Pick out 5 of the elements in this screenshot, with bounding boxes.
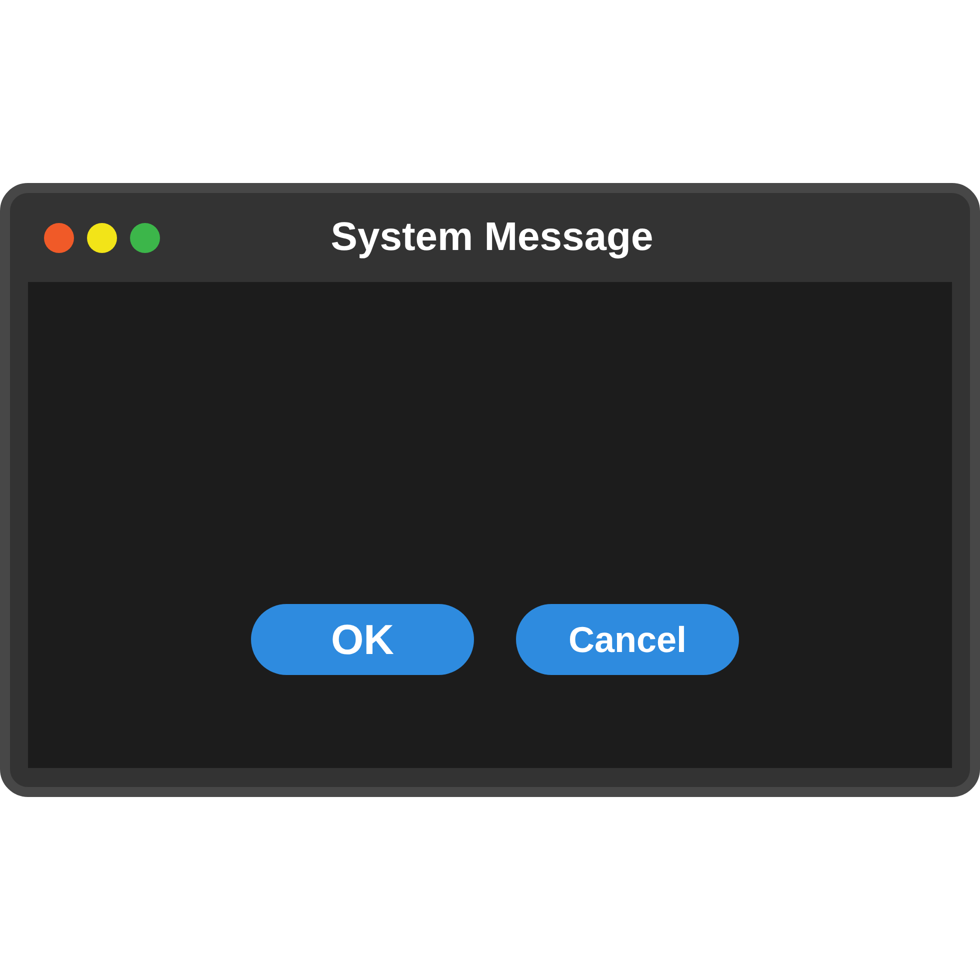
window-control-icon[interactable] (87, 222, 117, 252)
window-title: System Message (330, 215, 654, 260)
window-control-icon[interactable] (130, 222, 160, 252)
ok-button[interactable]: OK (251, 604, 474, 675)
cancel-button[interactable]: Cancel (516, 604, 739, 675)
